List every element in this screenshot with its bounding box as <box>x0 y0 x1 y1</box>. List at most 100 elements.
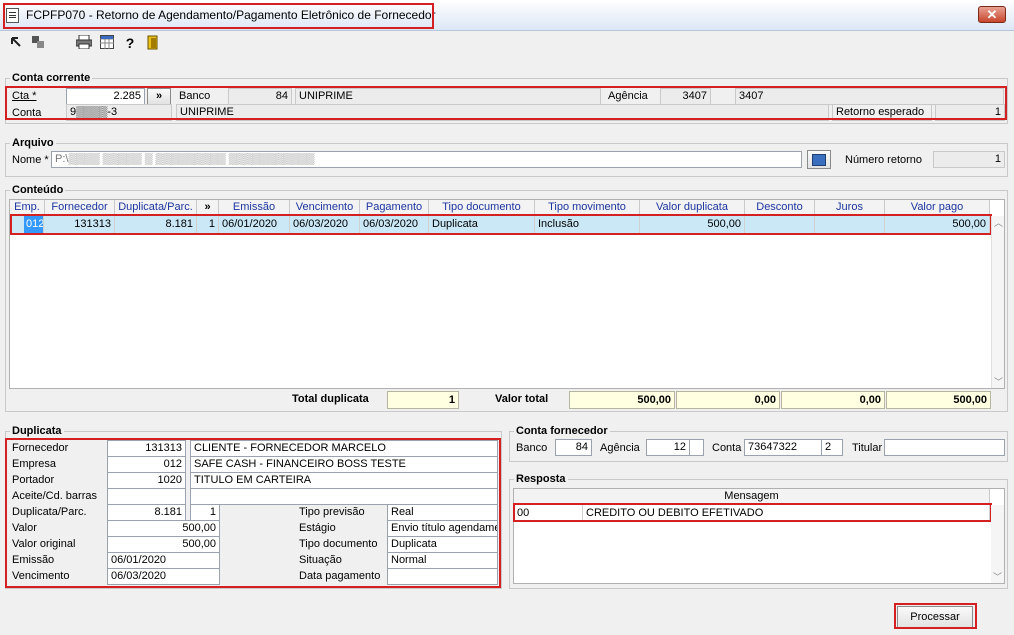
tipo-previsao-value: Real <box>387 504 498 521</box>
back-icon[interactable] <box>8 35 24 51</box>
gear-icon[interactable] <box>30 35 46 51</box>
forn-conta-dv-field[interactable]: 2 <box>821 439 843 456</box>
grid-scrollbar[interactable]: ︿ ﹀ <box>991 216 1004 388</box>
window-close-button[interactable]: ✕ <box>978 6 1006 23</box>
col-expand[interactable]: » <box>197 200 219 215</box>
dup-valor-label: Valor <box>12 522 37 534</box>
conteudo-legend: Conteúdo <box>10 184 66 196</box>
exit-icon[interactable] <box>145 35 161 51</box>
data-pagamento-value <box>387 568 498 585</box>
col-desconto[interactable]: Desconto <box>745 200 815 215</box>
col-emissao[interactable]: Emissão <box>219 200 290 215</box>
dup-emissao-value: 06/01/2020 <box>107 552 220 569</box>
col-mensagem[interactable]: Mensagem <box>514 489 990 504</box>
cell-juros[interactable] <box>815 216 885 233</box>
agencia-name-field: 3407 <box>735 88 1004 105</box>
scroll-down-icon[interactable]: ﹀ <box>993 570 1002 583</box>
col-valor-pago[interactable]: Valor pago <box>885 200 990 215</box>
banco-code-field: 84 <box>228 88 292 105</box>
dup-duplicata-value: 8.181 <box>107 504 186 521</box>
dup-portador-label: Portador <box>12 474 55 486</box>
dup-emissao-label: Emissão <box>12 554 55 566</box>
cell-tipo-movimento[interactable]: Inclusão <box>535 216 640 233</box>
processar-button[interactable]: Processar <box>897 606 973 628</box>
resposta-scrollbar[interactable]: ﹀ <box>991 505 1004 583</box>
print-icon[interactable] <box>75 34 93 51</box>
numero-retorno-field: 1 <box>933 151 1005 168</box>
help-icon[interactable]: ? <box>122 35 138 51</box>
total-duplicata-label: Total duplicata <box>292 393 369 405</box>
conta-corrente-legend: Conta corrente <box>10 72 93 84</box>
tipo-previsao-label: Tipo previsão <box>299 506 365 518</box>
col-valor-duplicata[interactable]: Valor duplicata <box>640 200 745 215</box>
browse-file-button[interactable] <box>807 150 831 169</box>
conta-field: 9▒▒▒▒-3 <box>66 104 172 121</box>
dup-valor-original-label: Valor original <box>12 538 76 550</box>
data-pagamento-label: Data pagamento <box>299 570 381 582</box>
resposta-code-cell[interactable]: 00 <box>514 505 583 522</box>
col-emp[interactable]: Emp. <box>10 200 45 215</box>
conta-label: Conta <box>12 107 42 119</box>
dup-empresa-code: 012 <box>107 456 186 473</box>
scroll-up-icon[interactable]: ︿ <box>994 216 1003 229</box>
dup-aceite-label: Aceite/Cd. barras <box>12 490 97 502</box>
forn-titular-label: Titular <box>852 442 883 454</box>
estagio-value: Envio título agendamento <box>387 520 498 537</box>
duplicata-legend: Duplicata <box>10 425 64 437</box>
tipo-documento-label: Tipo documento <box>299 538 378 550</box>
cell-emissao[interactable]: 06/01/2020 <box>219 216 290 233</box>
cell-parcela[interactable]: 1 <box>197 216 219 233</box>
cta-input[interactable]: 2.285 <box>66 88 145 105</box>
cell-valor-duplicata[interactable]: 500,00 <box>640 216 745 233</box>
dup-vencimento-value: 06/03/2020 <box>107 568 220 585</box>
forn-conta-field[interactable]: 73647322 <box>744 439 822 456</box>
arquivo-legend: Arquivo <box>10 137 56 149</box>
cell-pagamento[interactable]: 06/03/2020 <box>360 216 429 233</box>
retorno-esperado-field: 1 <box>935 104 1005 121</box>
retorno-esperado-label: Retorno esperado <box>832 104 932 121</box>
nome-arquivo-input[interactable]: P:\▒▒▒▒ ▒▒▒▒▒ ▒ ▒▒▒▒▒▒▒▒▒ ▒▒▒▒▒▒▒▒▒▒▒ <box>51 151 802 168</box>
cell-fornecedor[interactable]: 131313 <box>45 216 115 233</box>
situacao-value: Normal <box>387 552 498 569</box>
forn-titular-field[interactable] <box>884 439 1005 456</box>
resposta-legend: Resposta <box>514 473 568 485</box>
scroll-down-icon[interactable]: ﹀ <box>994 375 1003 388</box>
cell-valor-pago[interactable]: 500,00 <box>885 216 990 233</box>
col-duplicata[interactable]: Duplicata/Parc. <box>115 200 197 215</box>
forn-banco-label: Banco <box>516 442 548 454</box>
col-vencimento[interactable]: Vencimento <box>290 200 360 215</box>
valor-total-label: Valor total <box>495 393 549 405</box>
cell-desconto[interactable] <box>745 216 815 233</box>
total-valor-duplicata: 500,00 <box>569 391 675 409</box>
col-tipo-movimento[interactable]: Tipo movimento <box>535 200 640 215</box>
agencia-code-field: 3407 <box>660 88 711 105</box>
col-juros[interactable]: Juros <box>815 200 885 215</box>
cell-duplicata[interactable]: 8.181 <box>115 216 197 233</box>
resposta-message-cell[interactable]: CREDITO OU DEBITO EFETIVADO <box>583 505 990 522</box>
total-desconto: 0,00 <box>676 391 780 409</box>
dup-portador-code: 1020 <box>107 472 186 489</box>
calculator-icon[interactable] <box>99 35 115 51</box>
tipo-documento-value: Duplicata <box>387 536 498 553</box>
total-duplicata-value: 1 <box>387 391 459 409</box>
col-tipo-documento[interactable]: Tipo documento <box>429 200 535 215</box>
numero-retorno-label: Número retorno <box>845 154 923 166</box>
forn-banco-field[interactable]: 84 <box>555 439 592 456</box>
banco-label: Banco <box>179 90 211 102</box>
cell-tipo-documento[interactable]: Duplicata <box>429 216 535 233</box>
dup-codigo-barras-field <box>190 488 498 505</box>
estagio-label: Estágio <box>299 522 336 534</box>
dup-fornecedor-code: 131313 <box>107 440 186 457</box>
dup-fornecedor-name: CLIENTE - FORNECEDOR MARCELO <box>190 440 498 457</box>
cell-vencimento[interactable]: 06/03/2020 <box>290 216 360 233</box>
nome-label: Nome * <box>12 154 49 166</box>
forn-agencia-field[interactable]: 12 <box>646 439 690 456</box>
cta-expand-button[interactable]: » <box>147 88 171 105</box>
forn-agencia-dv-field[interactable] <box>689 439 704 456</box>
col-fornecedor[interactable]: Fornecedor <box>45 200 115 215</box>
cell-emp[interactable]: 012 <box>24 216 44 233</box>
forn-conta-label: Conta <box>712 442 742 454</box>
forn-agencia-label: Agência <box>600 442 640 454</box>
col-pagamento[interactable]: Pagamento <box>360 200 429 215</box>
dup-empresa-label: Empresa <box>12 458 57 470</box>
